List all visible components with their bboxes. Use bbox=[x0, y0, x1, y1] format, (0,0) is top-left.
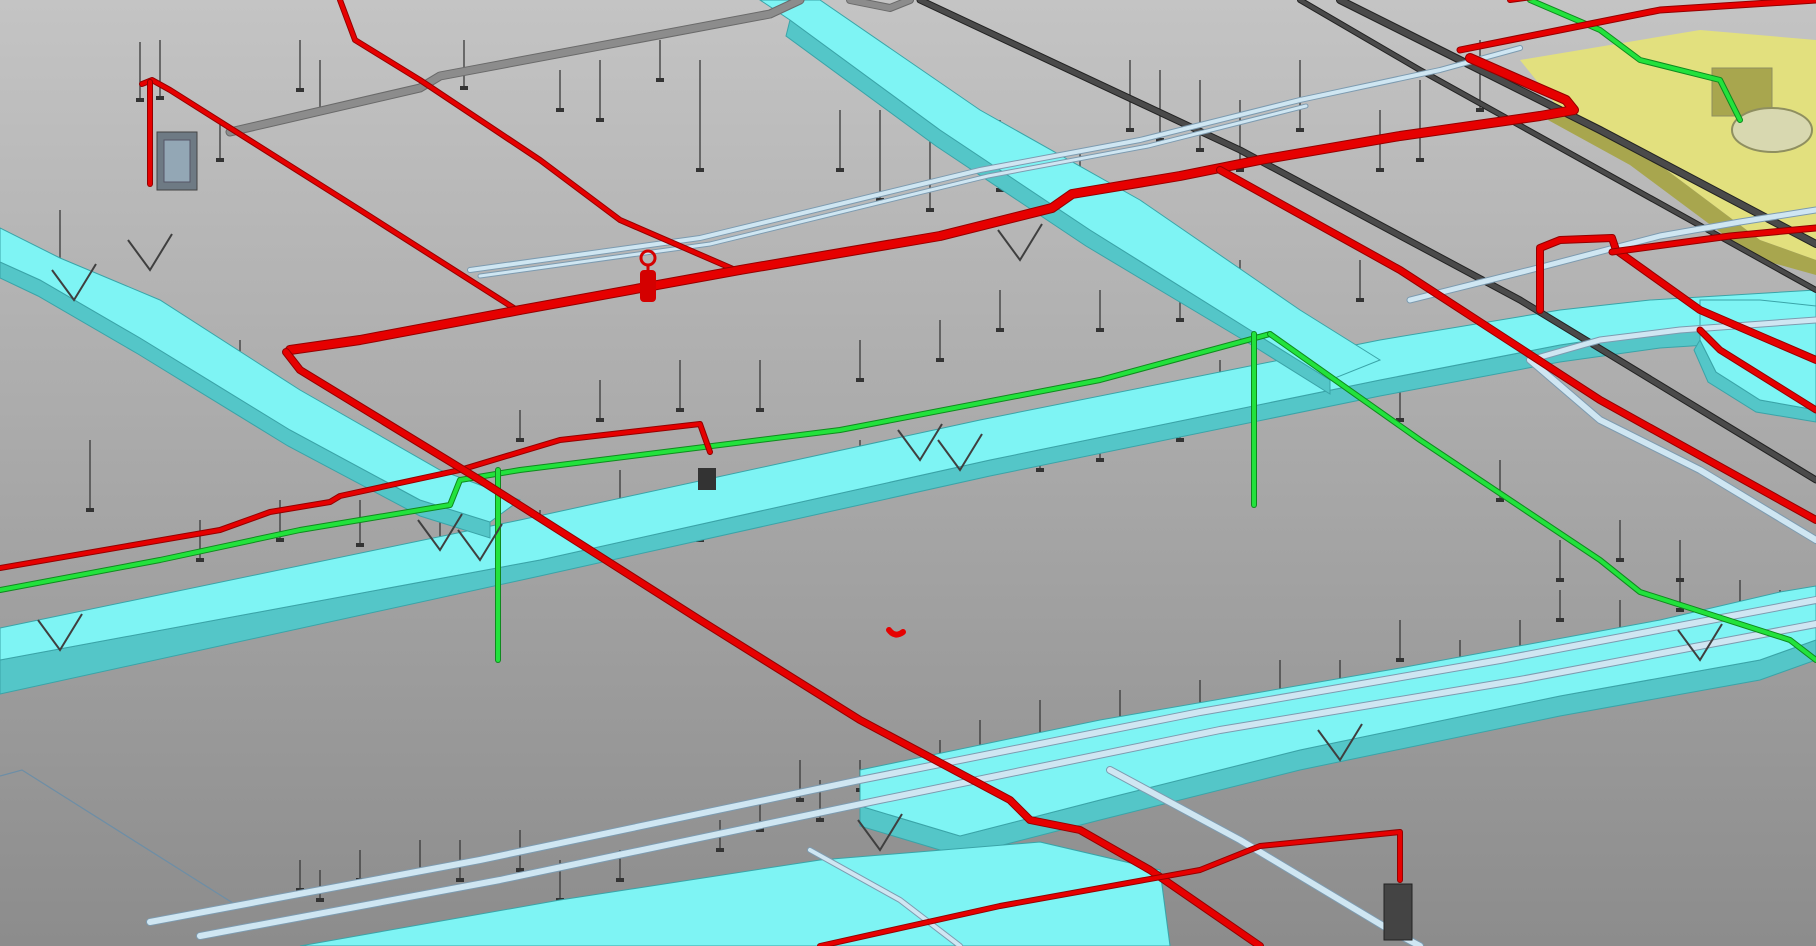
hanger-clamp-49 bbox=[1036, 468, 1044, 472]
hanger-clamp-38 bbox=[86, 508, 94, 512]
hanger-clamp-4 bbox=[296, 88, 304, 92]
hanger-clamp-16 bbox=[1126, 128, 1134, 132]
hanger-clamp-1 bbox=[136, 98, 144, 102]
hanger-clamp-7 bbox=[556, 108, 564, 112]
hanger-clamp-37 bbox=[1356, 298, 1364, 302]
access-panel-mid bbox=[698, 468, 716, 490]
hanger-clamp-50 bbox=[1096, 458, 1104, 462]
hanger-clamp-30 bbox=[756, 408, 764, 412]
hanger-clamp-33 bbox=[996, 328, 1004, 332]
hanger-clamp-55 bbox=[1556, 578, 1564, 582]
hanger-clamp-11 bbox=[836, 168, 844, 172]
hanger-clamp-8 bbox=[596, 118, 604, 122]
hanger-clamp-18 bbox=[1196, 148, 1204, 152]
hanger-clamp-2 bbox=[156, 96, 164, 100]
hanger-clamp-35 bbox=[1176, 318, 1184, 322]
hanger-clamp-28 bbox=[596, 418, 604, 422]
hanger-clamp-39 bbox=[196, 558, 204, 562]
hanger-clamp-34 bbox=[1096, 328, 1104, 332]
hanger-clamp-67 bbox=[716, 848, 724, 852]
hanger-clamp-10 bbox=[696, 168, 704, 172]
hanger-clamp-21 bbox=[1376, 168, 1384, 172]
hanger-clamp-70 bbox=[816, 818, 824, 822]
hanger-clamp-32 bbox=[936, 358, 944, 362]
hanger-clamp-40 bbox=[276, 538, 284, 542]
hanger-clamp-60 bbox=[316, 898, 324, 902]
hanger-clamp-3 bbox=[216, 158, 224, 162]
hanger-clamp-79 bbox=[1396, 658, 1404, 662]
hanger-clamp-66 bbox=[616, 878, 624, 882]
hanger-clamp-9 bbox=[656, 78, 664, 82]
hanger-clamp-23 bbox=[1476, 108, 1484, 112]
hanger-clamp-20 bbox=[1296, 128, 1304, 132]
hanger-clamp-6 bbox=[460, 86, 468, 90]
hanger-clamp-51 bbox=[1176, 438, 1184, 442]
hanger-clamp-13 bbox=[926, 208, 934, 212]
hanger-clamp-56 bbox=[1616, 558, 1624, 562]
hanger-clamp-22 bbox=[1416, 158, 1424, 162]
hanger-clamp-82 bbox=[1556, 618, 1564, 622]
hanger-clamp-27 bbox=[516, 438, 524, 442]
model-viewport[interactable] bbox=[0, 0, 1816, 946]
hanger-clamp-31 bbox=[856, 378, 864, 382]
hanger-clamp-41 bbox=[356, 543, 364, 547]
hanger-clamp-29 bbox=[676, 408, 684, 412]
access-panel-lower bbox=[1383, 883, 1413, 941]
wall-box-upper-left bbox=[156, 131, 198, 191]
fan-housing-icon bbox=[1731, 107, 1813, 153]
hanger-clamp-63 bbox=[456, 878, 464, 882]
hanger-clamp-69 bbox=[796, 798, 804, 802]
